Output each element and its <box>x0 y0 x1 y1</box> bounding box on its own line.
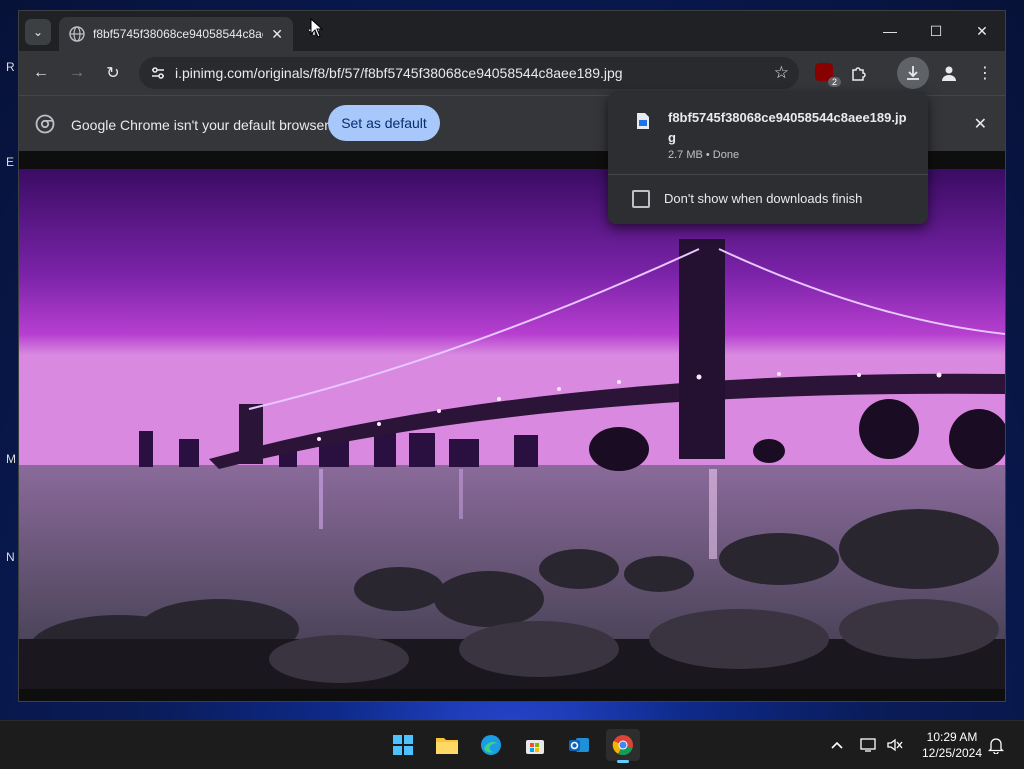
browser-toolbar: ← → ↻ i.pinimg.com/originals/f8/bf/57/f8… <box>19 51 1005 95</box>
set-as-default-button[interactable]: Set as default <box>328 105 440 141</box>
download-status: 2.7 MB • Done <box>668 149 740 161</box>
start-button[interactable] <box>386 729 420 761</box>
profile-avatar-icon[interactable] <box>935 59 963 87</box>
extension-ublock-icon[interactable]: 2 <box>815 63 841 87</box>
close-window-button[interactable]: ✕ <box>959 17 1005 45</box>
desktop-icon-label[interactable]: R <box>6 60 15 74</box>
chevron-down-icon: ⌄ <box>32 25 44 39</box>
chrome-taskbar-button[interactable] <box>606 729 640 763</box>
globe-icon <box>69 26 85 42</box>
tab-strip: ⌄ f8bf5745f38068ce94058544c8aee189.jpg ✕… <box>19 11 1005 51</box>
tab-title: f8bf5745f38068ce94058544c8aee189.jpg <box>93 27 263 41</box>
dont-show-checkbox-label[interactable]: Don't show when downloads finish <box>664 191 862 206</box>
downloads-button[interactable] <box>897 57 929 89</box>
system-clock[interactable]: 10:29 AM 12/25/2024 <box>912 729 992 761</box>
reload-button[interactable]: ↻ <box>99 59 127 87</box>
outlook-icon <box>569 738 589 752</box>
divider <box>608 174 928 175</box>
downloads-bubble: f8bf5745f38068ce94058544c8aee189.jpg 2.7… <box>608 92 928 224</box>
tab-search-button[interactable]: ⌄ <box>25 19 51 45</box>
minimize-button[interactable]: — <box>867 17 913 45</box>
maximize-button[interactable]: ☐ <box>913 17 959 45</box>
image-file-icon <box>637 113 649 129</box>
dont-show-checkbox[interactable] <box>632 190 650 208</box>
desktop-icon-label[interactable]: M <box>6 452 16 466</box>
edge-icon <box>481 735 501 755</box>
extensions-puzzle-icon[interactable] <box>845 59 873 87</box>
store-button[interactable] <box>518 729 552 761</box>
site-info-icon[interactable] <box>149 64 167 82</box>
clock-time: 10:29 AM <box>926 730 978 744</box>
file-explorer-button[interactable] <box>430 729 464 761</box>
taskbar: 10:29 AM 12/25/2024 <box>0 720 1024 769</box>
address-bar[interactable]: i.pinimg.com/originals/f8/bf/57/f8bf5745… <box>139 57 799 89</box>
windows-start-icon <box>393 735 413 755</box>
notifications-bell-icon[interactable] <box>988 721 1004 769</box>
desktop-icon-label[interactable]: N <box>6 550 15 564</box>
url-text[interactable]: i.pinimg.com/originals/f8/bf/57/f8bf5745… <box>175 65 623 81</box>
chrome-logo-icon <box>35 114 55 134</box>
bridge-photo[interactable] <box>19 169 1005 689</box>
edge-button[interactable] <box>474 729 508 761</box>
desktop-icon-label[interactable]: E <box>6 155 14 169</box>
mouse-cursor-icon <box>310 18 324 38</box>
chrome-menu-button[interactable]: ⋮ <box>971 59 999 87</box>
network-icon[interactable] <box>860 721 878 769</box>
active-indicator <box>617 760 629 763</box>
download-item[interactable]: f8bf5745f38068ce94058544c8aee189.jpg 2.7… <box>608 92 928 174</box>
tab-close-icon[interactable]: ✕ <box>271 26 283 43</box>
bookmark-star-icon[interactable]: ☆ <box>774 63 789 83</box>
clock-date: 12/25/2024 <box>921 746 983 760</box>
infobar-message: Google Chrome isn't your default browser <box>71 117 329 133</box>
volume-muted-icon[interactable] <box>886 721 904 769</box>
extension-badge-count: 2 <box>827 77 841 87</box>
folder-icon <box>436 738 458 754</box>
infobar-close-icon[interactable]: ✕ <box>974 114 987 134</box>
outlook-button[interactable] <box>562 729 596 761</box>
forward-button[interactable]: → <box>63 59 91 87</box>
back-button[interactable]: ← <box>27 59 55 87</box>
download-icon <box>907 66 919 80</box>
chrome-icon <box>612 735 633 756</box>
store-icon <box>526 740 544 754</box>
download-filename[interactable]: f8bf5745f38068ce94058544c8aee189.jpg <box>668 108 908 148</box>
tab-active[interactable]: f8bf5745f38068ce94058544c8aee189.jpg ✕ <box>59 17 293 51</box>
page-content <box>19 151 1005 701</box>
tray-overflow-icon[interactable] <box>830 721 844 769</box>
